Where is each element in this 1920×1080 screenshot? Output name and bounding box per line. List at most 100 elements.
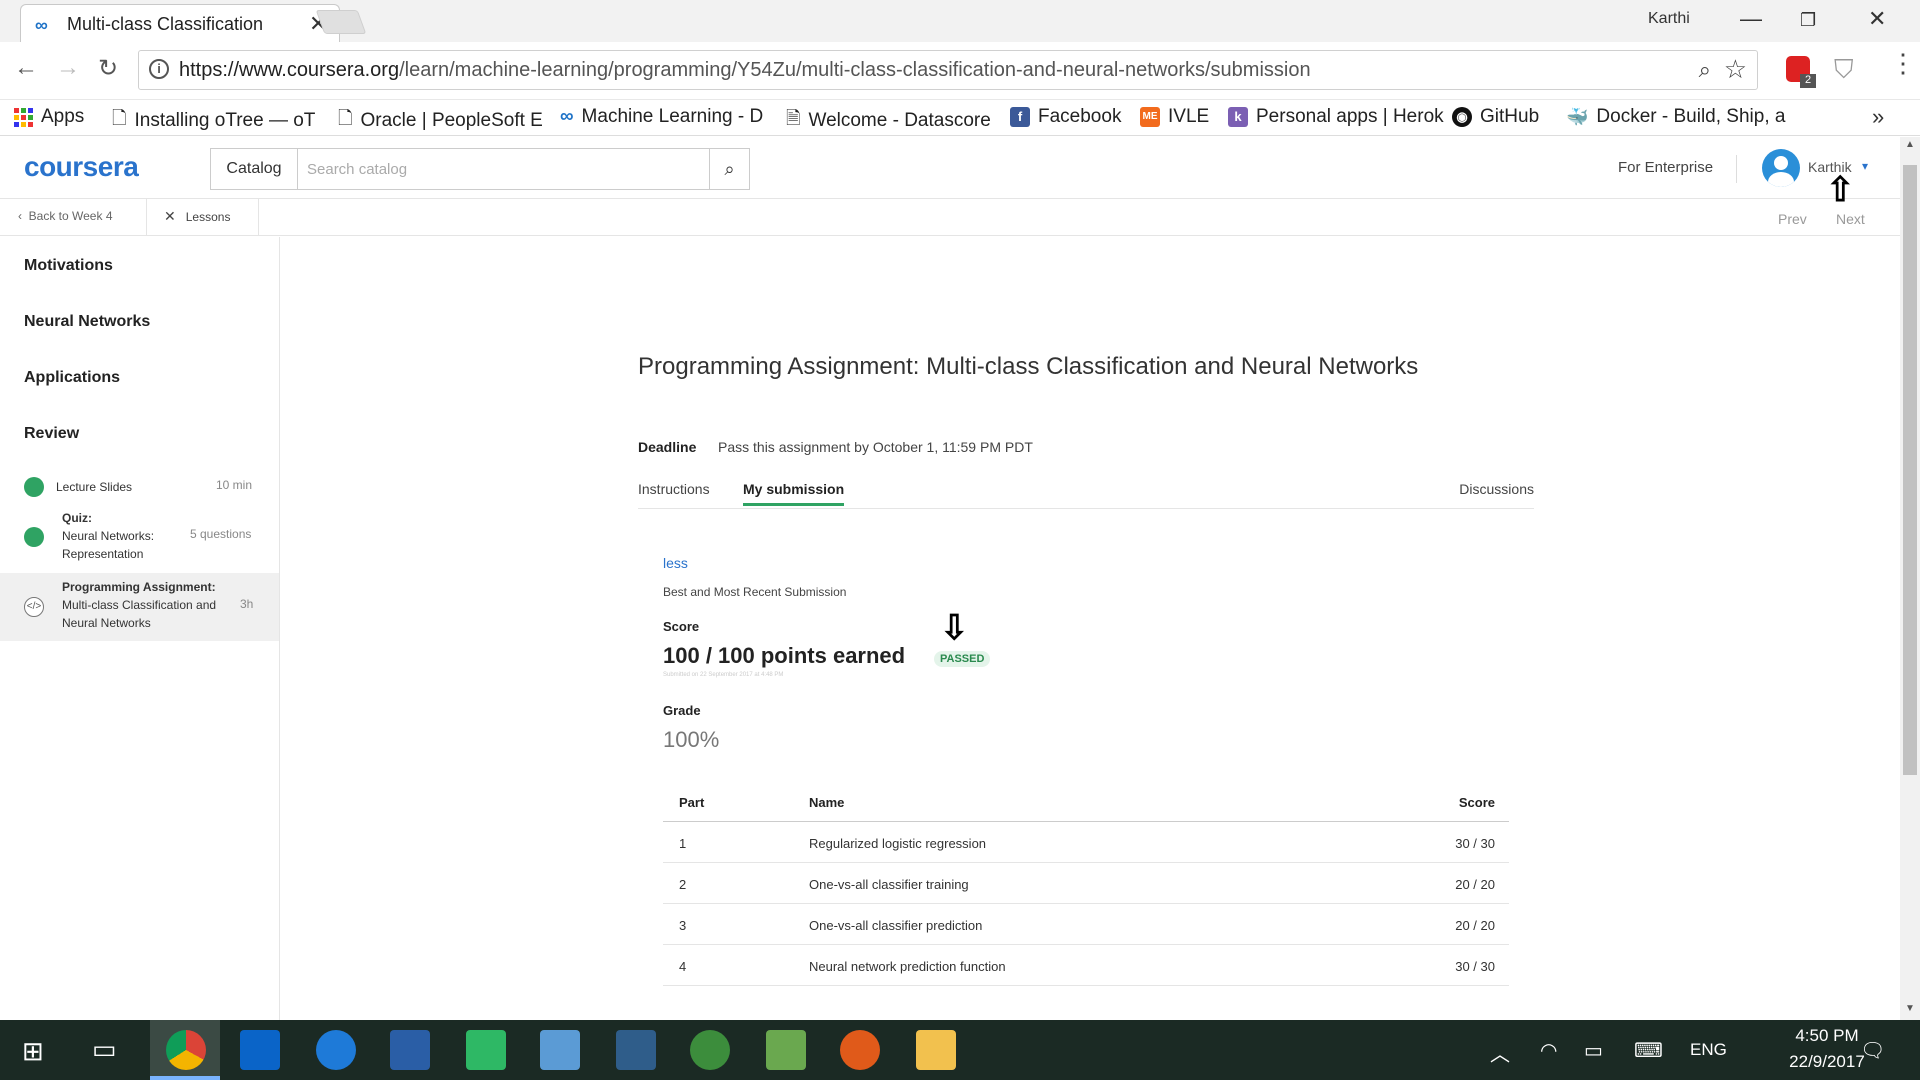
bookmark-datascore[interactable]: 🗎 Welcome - Datascore — [786, 106, 991, 136]
browser-tab[interactable]: ∞ Multi-class Classification ✕ — [20, 4, 340, 42]
file-explorer-icon[interactable] — [916, 1030, 956, 1070]
forward-arrow-icon[interactable]: → — [56, 54, 80, 82]
points-earned: 100 / 100 points earned — [663, 643, 906, 668]
url-text[interactable]: https://www.coursera.org/learn/machine-l… — [179, 59, 1311, 82]
notepad-icon[interactable] — [766, 1030, 806, 1070]
scroll-down-icon[interactable]: ▼ — [1905, 1003, 1915, 1014]
pycharm-icon[interactable] — [466, 1030, 506, 1070]
powershell-icon[interactable] — [390, 1030, 430, 1070]
window-close-icon[interactable]: ✕ — [1868, 6, 1886, 32]
site-info-icon[interactable]: i — [149, 59, 169, 79]
bookmark-apps[interactable]: Apps — [14, 106, 84, 128]
outlook-icon[interactable] — [240, 1030, 280, 1070]
chevron-left-icon: ‹ — [18, 209, 22, 223]
document-icon: 🗎 — [786, 108, 801, 128]
language-indicator[interactable]: ENG — [1690, 1040, 1727, 1060]
for-enterprise-link[interactable]: For Enterprise — [1618, 159, 1713, 176]
chevron-down-icon[interactable]: ▾ — [1862, 159, 1868, 173]
user-avatar[interactable] — [1762, 149, 1800, 187]
lesson-sidebar: Motivations Neural Networks Applications… — [0, 237, 280, 1020]
bookmark-github[interactable]: ◉ GitHub — [1452, 106, 1539, 128]
sidebar-item-programming-assignment[interactable]: </> Programming Assignment: Multi-class C… — [0, 573, 279, 641]
sidebar-item-type: Quiz: — [62, 511, 92, 525]
github-icon: ◉ — [1452, 107, 1472, 127]
deadline-text: Pass this assignment by October 1, 11:59… — [718, 439, 1033, 455]
table-cell-score: 30 / 30 — [1455, 959, 1495, 974]
coursera-logo[interactable]: coursera — [24, 151, 139, 183]
quiz-complete-icon — [24, 527, 44, 547]
tab-my-submission[interactable]: My submission — [743, 481, 845, 506]
subnav-divider — [258, 199, 259, 236]
ubuntu-icon[interactable] — [840, 1030, 880, 1070]
chrome-icon[interactable] — [166, 1030, 206, 1070]
notifications-icon[interactable]: 🗨 — [1860, 1038, 1885, 1063]
tab-discussions[interactable]: Discussions — [1459, 481, 1534, 497]
zoom-icon[interactable]: ⌕ — [1699, 57, 1711, 83]
bookmark-label: Installing oTree — oT — [134, 110, 316, 131]
less-link[interactable]: less — [663, 555, 688, 571]
sidebar-item-label: Programming Assignment: Multi-class Class… — [62, 578, 232, 632]
window-profile-name[interactable]: Karthi — [1648, 10, 1690, 28]
page-scrollbar[interactable]: ▲ ▼ — [1900, 137, 1920, 1020]
sidebar-item-lecture-slides[interactable]: Lecture Slides 10 min — [0, 467, 279, 507]
battery-icon[interactable]: ▭ — [1584, 1038, 1603, 1063]
keyboard-icon[interactable]: ⌨ — [1634, 1038, 1663, 1063]
lessons-toggle[interactable]: ✕ Lessons — [164, 208, 230, 225]
bookmark-facebook[interactable]: f Facebook — [1010, 106, 1121, 128]
sidebar-section-applications[interactable]: Applications — [24, 369, 120, 387]
sidebar-item-meta: 3h — [240, 597, 254, 611]
back-to-week-link[interactable]: ‹ Back to Week 4 — [18, 209, 113, 223]
matlab-icon[interactable] — [616, 1030, 656, 1070]
grade-label: Grade — [663, 703, 701, 718]
minimize-icon[interactable]: — — [1740, 6, 1762, 32]
bookmark-machine-learning[interactable]: ∞ Machine Learning - D — [560, 106, 763, 128]
bookmark-ivle[interactable]: ME IVLE — [1140, 106, 1209, 128]
bookmark-oracle[interactable]: 🗋 Oracle | PeopleSoft E — [338, 106, 543, 136]
sidebar-section-motivations[interactable]: Motivations — [24, 257, 113, 275]
bookmark-label: Welcome - Datascore — [808, 110, 991, 131]
column-header-part: Part — [679, 795, 705, 810]
taskbar-active-indicator — [150, 1076, 220, 1080]
windows-start-icon[interactable]: ⊞ — [22, 1036, 44, 1067]
new-tab-button[interactable] — [315, 10, 367, 34]
wifi-icon[interactable]: ◠ — [1540, 1038, 1557, 1063]
scroll-up-icon[interactable]: ▲ — [1905, 139, 1915, 150]
table-cell-score: 20 / 20 — [1455, 918, 1495, 933]
bookmark-star-icon[interactable]: ☆ — [1724, 54, 1747, 85]
tray-chevron-up-icon[interactable]: ︿ — [1490, 1038, 1510, 1067]
bookmark-otree[interactable]: 🗋 Installing oTree — oT — [112, 106, 315, 136]
virtualbox-icon[interactable] — [540, 1030, 580, 1070]
prev-button[interactable]: Prev — [1778, 211, 1807, 227]
reload-icon[interactable]: ↻ — [98, 54, 118, 83]
shield-extension-icon[interactable]: ⛉ — [1834, 54, 1854, 86]
back-arrow-icon[interactable]: ← — [14, 54, 38, 82]
extension-badge: 2 — [1800, 74, 1816, 88]
address-bar[interactable]: i https://www.coursera.org/learn/machine… — [138, 50, 1758, 90]
next-button[interactable]: Next — [1836, 211, 1865, 227]
sidebar-item-quiz[interactable]: Quiz: Neural Networks: Representation 5 q… — [0, 507, 279, 573]
restore-icon[interactable]: ❐ — [1800, 10, 1816, 31]
bookmark-label: Oracle | PeopleSoft E — [360, 110, 543, 131]
android-studio-icon[interactable] — [690, 1030, 730, 1070]
submitted-timestamp: Submitted on 22 September 2017 at 4:48 P… — [663, 672, 784, 678]
task-view-icon[interactable]: ▭ — [92, 1034, 117, 1065]
table-cell-name: Neural network prediction function — [809, 959, 1006, 974]
bookmark-label: GitHub — [1480, 106, 1540, 127]
scrollbar-thumb[interactable] — [1903, 165, 1917, 775]
bookmarks-bar: Apps 🗋 Installing oTree — oT 🗋 Oracle | Pe… — [0, 100, 1920, 136]
sidebar-section-review[interactable]: Review — [24, 425, 79, 443]
bookmark-docker[interactable]: 🐳 Docker - Build, Ship, a — [1566, 106, 1785, 128]
menu-dots-icon[interactable]: ⋮ — [1890, 48, 1916, 79]
search-icon[interactable]: ⌕ — [709, 149, 749, 189]
sidebar-item-label: Lecture Slides — [56, 480, 133, 494]
sidebar-section-neural-networks[interactable]: Neural Networks — [24, 313, 150, 331]
search-input[interactable] — [299, 149, 709, 189]
tab-instructions[interactable]: Instructions — [638, 481, 710, 497]
bookmark-label: Apps — [41, 106, 85, 127]
bookmarks-overflow-icon[interactable]: » — [1872, 104, 1884, 130]
sidebar-item-meta: 5 questions — [190, 527, 252, 541]
maps-icon[interactable] — [316, 1030, 356, 1070]
bookmark-heroku[interactable]: k Personal apps | Herok — [1228, 106, 1444, 128]
catalog-button[interactable]: Catalog — [211, 149, 298, 189]
annotation-down-arrow-icon: ⇩ — [940, 609, 969, 647]
